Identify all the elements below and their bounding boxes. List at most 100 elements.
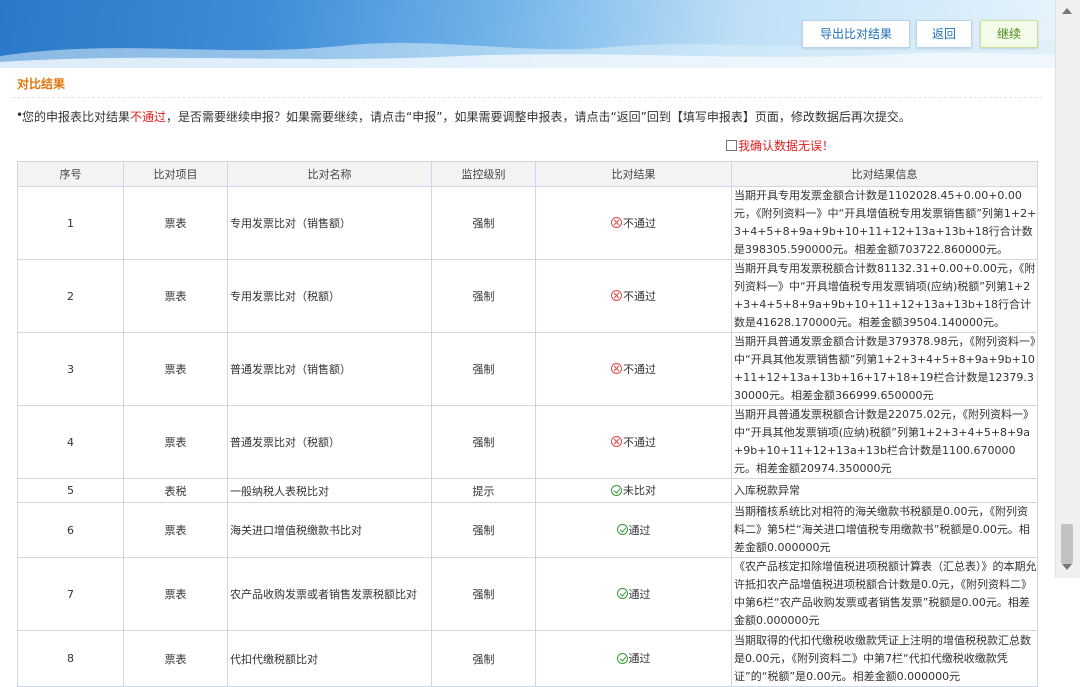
cell-result: 通过 [535,630,732,687]
cell-no: 4 [17,405,124,479]
cell-item: 票表 [123,502,228,558]
cell-no: 3 [17,332,124,406]
table-row: 2 票表 专用发票比对（税额） 强制 不通过 当期开具专用发票税额合计数81132.31+… [17,259,1038,333]
result-text: 不通过 [623,435,656,449]
notice-suffix: ，是否需要继续申报？如果需要继续，请点击“申报”，如果需要调整申报表，请点击“返… [166,110,911,124]
cell-item: 票表 [123,332,228,406]
section-divider [12,97,1042,98]
cell-item: 表税 [123,478,228,503]
result-indicator: 不通过 [611,434,656,450]
cell-level: 强制 [431,259,536,333]
notice-text: 您的申报表比对结果不通过，是否需要继续申报？如果需要继续，请点击“申报”，如果需… [22,108,911,125]
result-indicator: 不通过 [611,215,656,231]
cell-result: 通过 [535,557,732,631]
result-text: 不通过 [623,289,656,303]
cell-name: 代扣代缴税额比对 [227,630,432,687]
cell-info: 当期开具普通发票税额合计数是22075.02元，《附列资料一》中“开具其他发票销… [731,405,1038,479]
cell-info: 入库税款异常 [731,478,1038,503]
result-text: 通过 [628,587,651,601]
result-indicator: 通过 [616,586,651,602]
continue-button[interactable]: 继续 [980,20,1038,48]
cell-result: 通过 [535,502,732,558]
cell-level: 强制 [431,405,536,479]
result-indicator: 通过 [616,650,651,666]
fail-circle-x-icon [611,436,622,448]
table-row: 7 票表 农产品收购发票或者销售发票税额比对 强制 通过 《农产品核定扣除增值税进项税额计… [17,557,1038,631]
export-comparison-button[interactable]: 导出比对结果 [802,20,910,48]
cell-name: 一般纳税人表税比对 [227,478,432,503]
cell-name: 农产品收购发票或者销售发票税额比对 [227,557,432,631]
table-row: 8 票表 代扣代缴税额比对 强制 通过 当期取得的代扣代缴税收缴款凭证上注明的增值税税款汇… [17,630,1038,687]
result-text: 不通过 [623,362,656,376]
cell-info: 当期取得的代扣代缴税收缴款凭证上注明的增值税税款汇总数是0.00元，《附列资料二… [731,630,1038,687]
cell-level: 强制 [431,332,536,406]
cell-result: 未比对 [535,478,732,503]
pass-circle-check-icon [616,588,628,600]
cell-no: 2 [17,259,124,333]
cell-no: 6 [17,502,124,558]
fail-circle-x-icon [611,290,622,302]
scroll-up-arrow-icon[interactable] [1062,8,1072,14]
result-text: 未比对 [623,484,656,498]
cell-info: 当期稽核系统比对相符的海关缴款书税额是0.00元，《附列资料二》第5栏“海关进口… [731,502,1038,558]
pass-circle-check-icon [616,652,628,664]
table-row: 3 票表 普通发票比对（销售额） 强制 不通过 当期开具普通发票金额合计数是379378.… [17,332,1038,406]
cell-no: 1 [17,186,124,260]
header-info: 比对结果信息 [731,161,1038,187]
cell-result: 不通过 [535,332,732,406]
table-row: 5 表税 一般纳税人表税比对 提示 未比对 入库税款异常 [17,478,1038,503]
pass-circle-check-icon [616,524,628,536]
cell-no: 7 [17,557,124,631]
cell-level: 提示 [431,478,536,503]
scroll-thumb[interactable] [1061,524,1073,564]
pass-circle-check-icon [611,484,622,496]
table-row: 1 票表 专用发票比对（销售额） 强制 不通过 当期开具专用发票金额合计数是1102028… [17,186,1038,260]
page-header: 导出比对结果 返回 继续 [0,0,1056,68]
back-button[interactable]: 返回 [916,20,972,48]
cell-name: 海关进口增值税缴款书比对 [227,502,432,558]
table-body: 1 票表 专用发票比对（销售额） 强制 不通过 当期开具专用发票金额合计数是1102028… [17,186,1038,687]
table-header-row: 序号 比对项目 比对名称 监控级别 比对结果 比对结果信息 [17,161,1038,187]
confirm-checkbox-row[interactable]: 我确认数据无误！ [726,137,834,154]
table-row: 6 票表 海关进口增值税缴款书比对 强制 通过 当期稽核系统比对相符的海关缴款书税额是0.… [17,502,1038,558]
cell-no: 5 [17,478,124,503]
result-indicator: 通过 [616,522,651,538]
cell-level: 强制 [431,630,536,687]
result-text: 不通过 [623,216,656,230]
fail-circle-x-icon [611,217,622,229]
cell-item: 票表 [123,186,228,260]
result-text: 通过 [628,523,651,537]
cell-level: 强制 [431,502,536,558]
cell-name: 专用发票比对（销售额） [227,186,432,260]
cell-item: 票表 [123,259,228,333]
cell-info: 当期开具专用发票金额合计数是1102028.45+0.00+0.00元，《附列资… [731,186,1038,260]
notice-prefix: 您的申报表比对结果 [22,110,131,124]
confirm-label: 我确认数据无误！ [738,139,835,153]
cell-name: 普通发票比对（税额） [227,405,432,479]
cell-info: 《农产品核定扣除增值税进项税额计算表（汇总表）》的本期允许抵扣农产品增值税进项税… [731,557,1038,631]
scroll-down-arrow-icon[interactable] [1062,564,1072,570]
comparison-table: 序号 比对项目 比对名称 监控级别 比对结果 比对结果信息 1 票表 专用发票比对（… [17,161,1038,687]
result-indicator: 不通过 [611,361,656,377]
cell-item: 票表 [123,405,228,479]
fail-circle-x-icon [611,363,622,375]
cell-level: 强制 [431,557,536,631]
cell-result: 不通过 [535,186,732,260]
header-level: 监控级别 [431,161,536,187]
header-item: 比对项目 [123,161,228,187]
cell-name: 专用发票比对（税额） [227,259,432,333]
result-text: 通过 [628,652,651,666]
table-row: 4 票表 普通发票比对（税额） 强制 不通过 当期开具普通发票税额合计数是22075.02… [17,405,1038,479]
result-indicator: 未比对 [611,482,656,498]
confirm-checkbox[interactable] [726,140,737,151]
cell-level: 强制 [431,186,536,260]
cell-info: 当期开具专用发票税额合计数81132.31+0.00+0.00元，《附列资料一》… [731,259,1038,333]
cell-item: 票表 [123,557,228,631]
notice-fail-word: 不通过 [130,110,167,124]
vertical-scrollbar[interactable] [1055,0,1080,578]
result-indicator: 不通过 [611,288,656,304]
header-result: 比对结果 [535,161,732,187]
header-name: 比对名称 [227,161,432,187]
section-title: 对比结果 [17,77,66,91]
cell-result: 不通过 [535,259,732,333]
